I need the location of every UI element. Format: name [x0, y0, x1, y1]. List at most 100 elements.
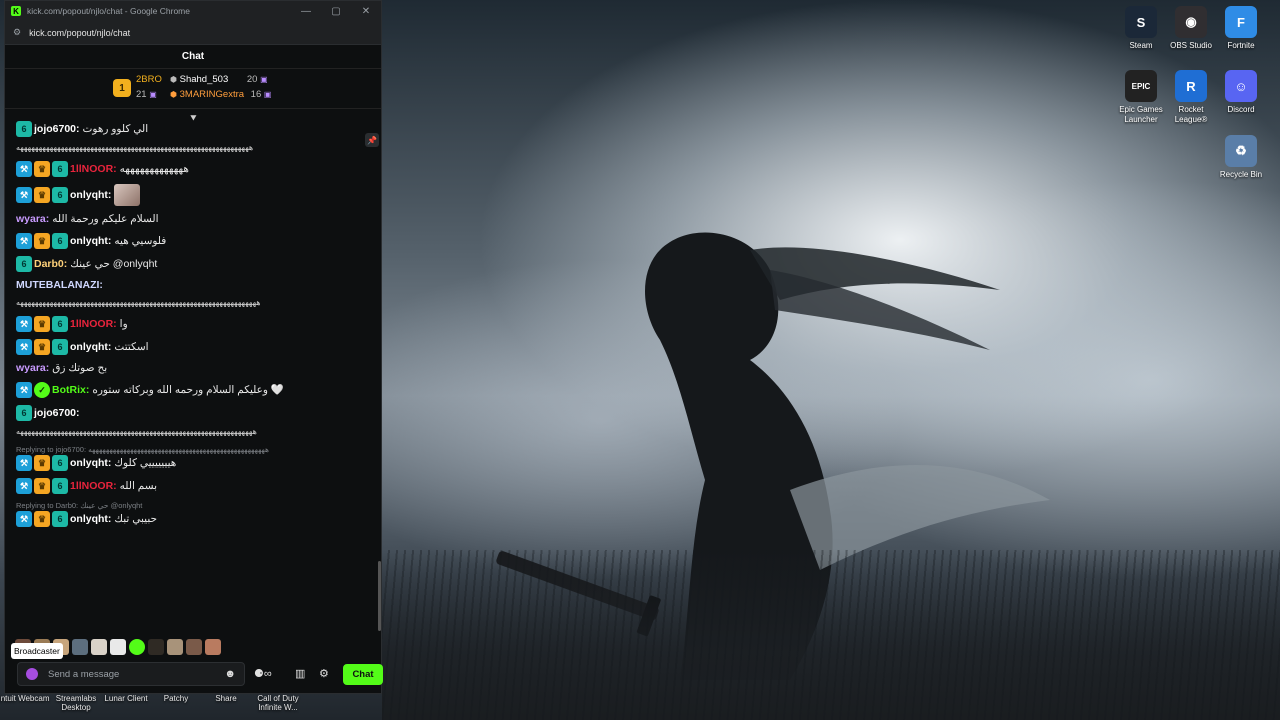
chat-message[interactable]: wyara: بح صوتك زق	[16, 362, 375, 375]
gift-leaderboard[interactable]: 1 2BRO 21 ▣ ⬢ Shahd_503 20 ▣ ⬢ 3MARINGex…	[5, 69, 381, 109]
moderator-badge-icon[interactable]: ⚒	[16, 478, 32, 494]
emote[interactable]	[110, 639, 126, 655]
chat-message[interactable]: ⚒ ♛ 6 1llNOOR: هههههههههههههه	[16, 161, 375, 177]
desktop-icon-label[interactable]: Share	[196, 694, 256, 703]
subscriber-badge-icon[interactable]: 6	[52, 233, 68, 249]
vip-crown-icon[interactable]: ♛	[34, 478, 50, 494]
subscriber-badge-icon[interactable]: 6	[52, 455, 68, 471]
users-icon[interactable]: ⚈∞	[254, 667, 272, 680]
close-button[interactable]: ✕	[351, 6, 381, 17]
moderator-badge-icon[interactable]: ⚒	[16, 316, 32, 332]
settings-gear-icon[interactable]: ⚙	[319, 667, 329, 680]
chat-username[interactable]: onlyqht:	[70, 341, 111, 354]
chat-popout-window[interactable]: K kick.com/popout/njlo/chat - Google Chr…	[4, 0, 383, 694]
window-titlebar[interactable]: K kick.com/popout/njlo/chat - Google Chr…	[5, 1, 381, 21]
chat-username[interactable]: BotRix:	[52, 384, 89, 397]
chat-username[interactable]: 1llNOOR:	[70, 163, 117, 176]
chat-message[interactable]: ⚒ ♛ 6 1llNOOR: بسم الله	[16, 478, 375, 494]
vip-crown-icon[interactable]: ♛	[34, 161, 50, 177]
chat-username[interactable]: onlyqht:	[70, 457, 111, 470]
subscriber-badge-icon[interactable]: 6	[52, 339, 68, 355]
store-icon[interactable]: ▥	[295, 667, 305, 680]
leaderboard-entry[interactable]: ⬢ Shahd_503 20 ▣	[170, 74, 268, 85]
send-chat-button[interactable]: Chat	[343, 664, 383, 685]
emote[interactable]	[91, 639, 107, 655]
subscriber-badge-icon[interactable]: 6	[16, 405, 32, 421]
maximize-button[interactable]: ▢	[321, 6, 351, 17]
emote-image[interactable]	[114, 184, 141, 206]
desktop-icon-obs-studio[interactable]: ◉ OBS Studio	[1163, 6, 1219, 51]
chat-message[interactable]: ⚒ ♛ 6 onlyqht: اسكتتت	[16, 339, 375, 355]
chat-message[interactable]: ⚒ ♛ 6 onlyqht: فلوسيي هيه	[16, 233, 375, 249]
desktop-icon-label[interactable]: Call of Duty Infinite W...	[248, 694, 308, 712]
moderator-badge-icon[interactable]: ⚒	[16, 511, 32, 527]
chat-message[interactable]: wyara: السلام عليكم ورحمة الله	[16, 213, 375, 226]
desktop-icon-epic-games-launcher[interactable]: EPIC Epic Games Launcher	[1113, 70, 1169, 125]
subscriber-badge-icon[interactable]: 6	[52, 187, 68, 203]
vip-crown-icon[interactable]: ♛	[34, 316, 50, 332]
vip-crown-icon[interactable]: ♛	[34, 339, 50, 355]
verified-bot-icon[interactable]: ✓	[34, 382, 50, 398]
subscriber-badge-icon[interactable]: 6	[52, 316, 68, 332]
address-bar[interactable]: ⚙ kick.com/popout/njlo/chat	[5, 21, 381, 45]
reply-context[interactable]: Replying to Darb0: حي عينك @onlyqht	[16, 501, 366, 510]
chat-input[interactable]: Send a message ☻	[17, 662, 245, 686]
chat-message[interactable]: ⚒ ✓ BotRix: وعليكم السلام ورحمه الله وبركات…	[16, 382, 375, 398]
moderator-badge-icon[interactable]: ⚒	[16, 339, 32, 355]
subscriber-badge-icon[interactable]: 6	[16, 121, 32, 137]
desktop-icon-fortnite[interactable]: F Fortnite	[1213, 6, 1269, 51]
chat-username[interactable]: jojo6700:	[34, 407, 80, 420]
emote[interactable]	[167, 639, 183, 655]
leaderboard-entry[interactable]: 2BRO	[136, 74, 162, 85]
emote[interactable]	[72, 639, 88, 655]
subscriber-badge-icon[interactable]: 6	[52, 511, 68, 527]
emoji-icon[interactable]: ☻	[224, 668, 236, 680]
chat-username[interactable]: jojo6700:	[34, 123, 80, 136]
moderator-badge-icon[interactable]: ⚒	[16, 233, 32, 249]
chat-scrollbar[interactable]	[378, 561, 381, 631]
moderator-badge-icon[interactable]: ⚒	[16, 161, 32, 177]
chat-message[interactable]: 6 jojo6700: هههههههههههههههههههههههههههههه…	[16, 405, 375, 438]
moderator-badge-icon[interactable]: ⚒	[16, 382, 32, 398]
reply-context[interactable]: Replying to jojo6700: هههههههههههههههههه…	[16, 445, 366, 454]
chat-message-list[interactable]: 6 jojo6700: الي كلوو رهوت ههههههههههههههههه…	[5, 121, 375, 641]
chat-username[interactable]: onlyqht:	[70, 235, 111, 248]
chat-message[interactable]: ⚒ ♛ 6 onlyqht:	[16, 184, 375, 206]
subscriber-badge-icon[interactable]: 6	[52, 478, 68, 494]
emote[interactable]	[186, 639, 202, 655]
site-info-icon[interactable]: ⚙	[13, 27, 21, 38]
chat-message[interactable]: MUTEBALANAZI: ههههههههههههههههههههههههههه…	[16, 279, 375, 309]
chat-input-placeholder[interactable]: Send a message	[48, 669, 224, 680]
vip-crown-icon[interactable]: ♛	[34, 233, 50, 249]
desktop-icon-steam[interactable]: S Steam	[1113, 6, 1169, 51]
moderator-badge-icon[interactable]: ⚒	[16, 455, 32, 471]
desktop-icon-discord[interactable]: ☺ Discord	[1213, 70, 1269, 115]
chat-username[interactable]: wyara:	[16, 362, 49, 375]
desktop-icon-recycle-bin[interactable]: ♻ Recycle Bin	[1213, 135, 1269, 180]
vip-crown-icon[interactable]: ♛	[34, 187, 50, 203]
mic-icon[interactable]	[26, 668, 38, 680]
emote[interactable]	[148, 639, 164, 655]
chat-username[interactable]: onlyqht:	[70, 189, 111, 202]
chat-username[interactable]: 1llNOOR:	[70, 480, 117, 493]
chat-message[interactable]: ⚒ ♛ 6 1llNOOR: وا	[16, 316, 375, 332]
chat-username[interactable]: onlyqht:	[70, 513, 111, 526]
chat-username[interactable]: wyara:	[16, 213, 49, 226]
emote[interactable]	[129, 639, 145, 655]
chat-message[interactable]: 6 jojo6700: الي كلوو رهوت ههههههههههههههههه…	[16, 121, 375, 154]
chat-message[interactable]: 6 Darb0: حي عينك @onlyqht	[16, 256, 375, 272]
subscriber-badge-icon[interactable]: 6	[52, 161, 68, 177]
moderator-badge-icon[interactable]: ⚒	[16, 187, 32, 203]
emote[interactable]	[205, 639, 221, 655]
chat-message[interactable]: ⚒ ♛ 6 onlyqht: حبيبي تبك	[16, 511, 375, 527]
chat-username[interactable]: Darb0:	[34, 258, 67, 271]
desktop-icon-rocket-league-[interactable]: R Rocket League®	[1163, 70, 1219, 125]
minimize-button[interactable]: —	[291, 6, 321, 17]
chat-message[interactable]: ⚒ ♛ 6 onlyqht: هيييييييي كلوك	[16, 455, 375, 471]
leaderboard-entry[interactable]: ⬢ 3MARINGextra 16 ▣	[170, 89, 271, 100]
subscriber-badge-icon[interactable]: 6	[16, 256, 32, 272]
address-text[interactable]: kick.com/popout/njlo/chat	[29, 28, 130, 38]
vip-crown-icon[interactable]: ♛	[34, 455, 50, 471]
chat-username[interactable]: 1llNOOR:	[70, 318, 117, 331]
chat-username[interactable]: MUTEBALANAZI:	[16, 279, 103, 292]
